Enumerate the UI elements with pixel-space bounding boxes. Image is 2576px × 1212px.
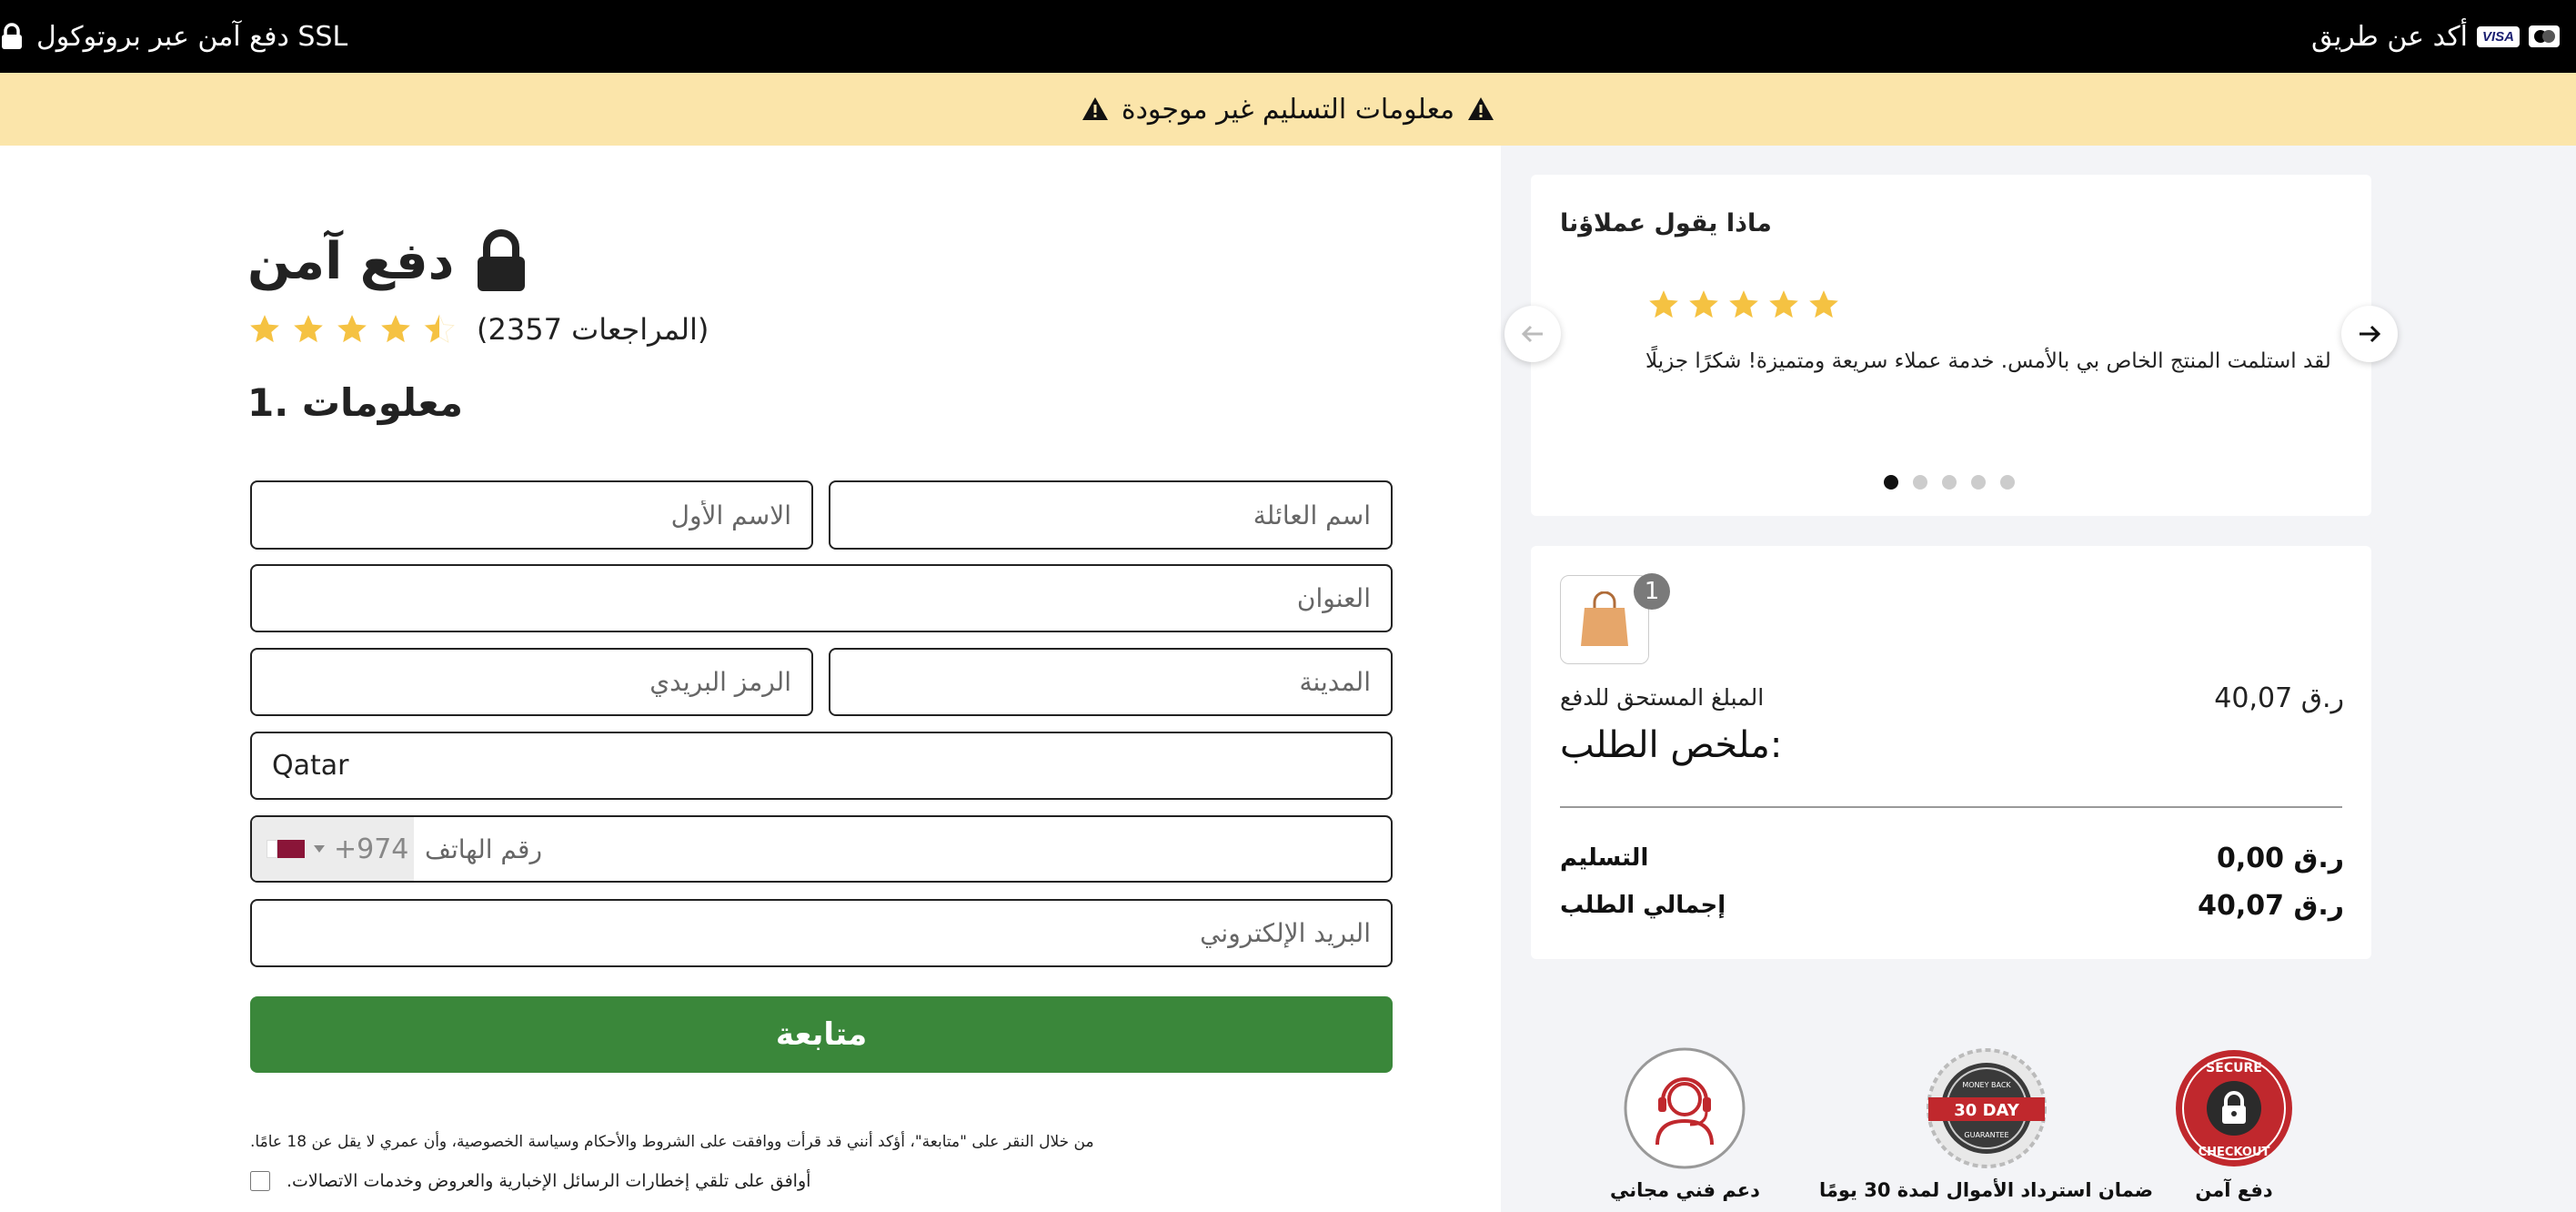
- summary-title: ملخص الطلب:: [1560, 724, 1783, 766]
- phone-input[interactable]: [414, 817, 1391, 881]
- arrow-left-icon: [1521, 325, 1543, 343]
- visa-icon: VISA: [2476, 25, 2520, 47]
- amount-due-value: ر.ق 40,07: [2214, 682, 2344, 714]
- chevron-down-icon: [314, 845, 325, 853]
- half-star-icon: [424, 314, 455, 343]
- refund-badge-text: 30 DAY: [1954, 1101, 2019, 1120]
- email-field[interactable]: [250, 899, 1393, 967]
- pay-text: أكد عن طريق: [2311, 20, 2468, 53]
- carousel-dot[interactable]: [1884, 475, 1898, 490]
- terms-text: .من خلال النقر على "متابعة"، أؤكد أنني ق…: [250, 1133, 1094, 1151]
- section-heading: 1. معلومات: [247, 380, 463, 425]
- secure-badge-bottom: CHECKOUT: [2199, 1146, 2270, 1159]
- prev-arrow-button[interactable]: [1504, 306, 1561, 362]
- postal-code-field[interactable]: [250, 648, 813, 716]
- rating: (المراجعات 2357): [247, 312, 709, 347]
- refund-badge-bottom: GUARANTEE: [1964, 1131, 2008, 1139]
- payment-methods: أكد عن طريق VISA: [2311, 0, 2560, 73]
- carousel-dot[interactable]: [1913, 475, 1927, 490]
- star-icon: [294, 315, 323, 343]
- alert-text: معلومات التسليم غير موجودة: [1121, 93, 1455, 126]
- testimonial-panel: ماذا يقول عملاؤنا لقد استلمت المنتج الخا…: [1531, 175, 2371, 516]
- amount-due-label: المبلغ المستحق للدفع: [1560, 684, 1765, 711]
- total-label: إجمالي الطلب: [1560, 892, 1726, 919]
- ssl-notice: دفع آمن عبر بروتوكول SSL: [0, 0, 347, 73]
- delivery-label: التسليم: [1560, 844, 1649, 872]
- testimonial-text: لقد استلمت المنتج الخاص بي بالأمس. خدمة …: [1645, 349, 2331, 373]
- refund-badge: 30 DAY MONEY BACK GUARANTEE ضمان استرداد…: [1819, 1046, 2153, 1201]
- secure-badge-top: SECURE: [2206, 1061, 2262, 1076]
- star-icon: [337, 315, 367, 343]
- mastercard-icon: [2529, 25, 2560, 47]
- lock-icon: [2, 23, 22, 49]
- star-icon: [1729, 290, 1758, 318]
- star-icon: [1649, 290, 1678, 318]
- star-icon: [1809, 290, 1838, 318]
- item-count-badge: 1: [1634, 573, 1670, 610]
- testimonial-stars: [1645, 288, 1842, 322]
- page-title: دفع آمن: [247, 229, 528, 293]
- qatar-flag-icon: [267, 840, 305, 858]
- order-summary-panel: 1 المبلغ المستحق للدفع ر.ق 40,07 ملخص ال…: [1531, 546, 2371, 959]
- top-bar: دفع آمن عبر بروتوكول SSL أكد عن طريق VIS…: [0, 0, 2576, 73]
- carousel-dots: [1884, 475, 2015, 490]
- shopping-bag-icon: [1581, 591, 1628, 646]
- support-label: دعم فني مجاني: [1610, 1179, 1760, 1201]
- country-select[interactable]: [250, 732, 1393, 800]
- city-field[interactable]: [829, 648, 1393, 716]
- secure-checkout-badge: SECURE CHECKOUT دفع آمن: [2172, 1046, 2296, 1201]
- next-arrow-button[interactable]: [2341, 306, 2398, 362]
- secure-label: دفع آمن: [2195, 1179, 2273, 1201]
- total-value: ر.ق 40,07: [2198, 890, 2344, 922]
- delivery-alert: معلومات التسليم غير موجودة: [0, 73, 2576, 146]
- star-icon: [1689, 290, 1718, 318]
- warning-icon: [1468, 97, 1494, 120]
- arrow-right-icon: [2360, 325, 2381, 343]
- star-icon: [250, 315, 279, 343]
- refund-badge-top: MONEY BACK: [1962, 1081, 2011, 1089]
- newsletter-consent[interactable]: .أوافق على تلقي إخطارات الرسائل الإخباري…: [250, 1171, 810, 1191]
- divider: [1560, 806, 2342, 808]
- continue-button[interactable]: متابعة: [250, 996, 1393, 1073]
- phone-field: +974: [250, 815, 1393, 883]
- star-icon: [1769, 290, 1798, 318]
- star-icon: [381, 315, 410, 343]
- consent-checkbox[interactable]: [250, 1171, 270, 1191]
- country-code-select[interactable]: +974: [252, 817, 414, 881]
- checkout-form: دفع آمن (المراجعات 2357) 1. معلومات +974: [0, 146, 1501, 1212]
- ssl-text: دفع آمن عبر بروتوكول SSL: [36, 20, 348, 53]
- review-count: (المراجعات 2357): [477, 312, 709, 347]
- phone-code: +974: [334, 833, 409, 865]
- last-name-field[interactable]: [829, 480, 1393, 550]
- consent-text: .أوافق على تلقي إخطارات الرسائل الإخباري…: [287, 1171, 811, 1191]
- support-badge: دعم فني مجاني: [1610, 1046, 1760, 1201]
- secure-checkout-icon: SECURE CHECKOUT: [2176, 1050, 2292, 1167]
- lock-icon: [478, 229, 526, 291]
- title-text: دفع آمن: [247, 231, 455, 291]
- refund-label: ضمان استرداد الأموال لمدة 30 يومًا: [1819, 1179, 2154, 1201]
- headset-support-icon: [1624, 1047, 1746, 1169]
- address-field[interactable]: [250, 564, 1393, 632]
- delivery-value: ر.ق 0,00: [2217, 843, 2344, 874]
- money-back-guarantee-icon: 30 DAY MONEY BACK GUARANTEE: [1926, 1048, 2047, 1168]
- first-name-field[interactable]: [250, 480, 813, 550]
- testimonial-heading: ماذا يقول عملاؤنا: [1560, 209, 1772, 237]
- carousel-dot[interactable]: [2000, 475, 2015, 490]
- warning-icon: [1082, 97, 1108, 120]
- carousel-dot[interactable]: [1971, 475, 1986, 490]
- carousel-dot[interactable]: [1942, 475, 1957, 490]
